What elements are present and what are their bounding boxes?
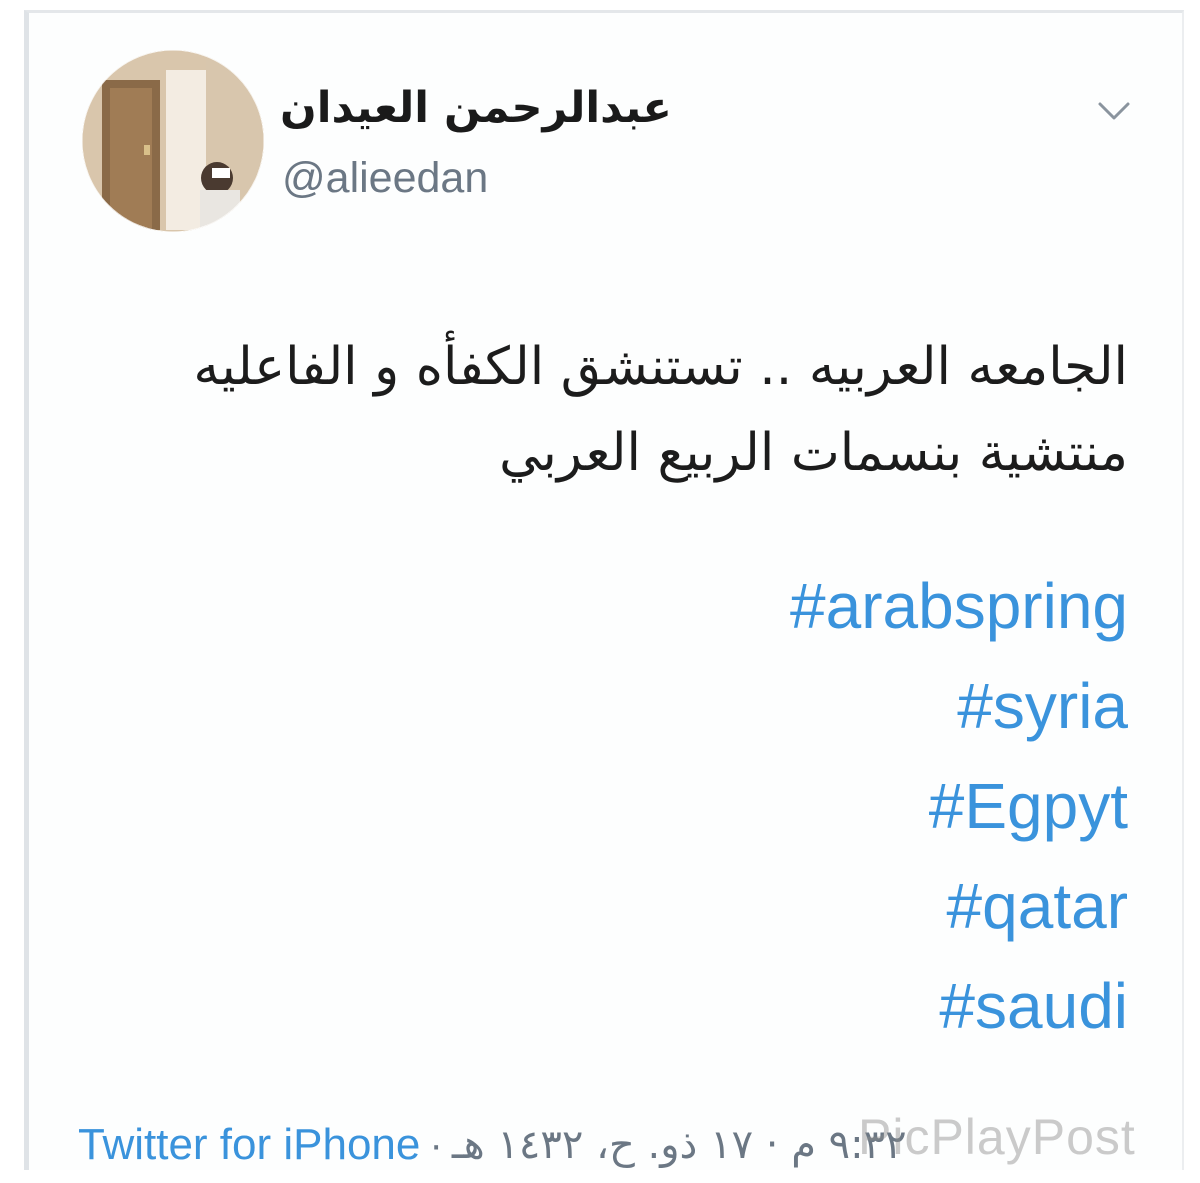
tweet-text-line: منتشية بنسمات الربيع العربي — [499, 423, 1128, 483]
hashtag-link-arabspring[interactable]: #arabspring — [628, 556, 1128, 656]
avatar[interactable] — [82, 50, 264, 232]
chevron-down-icon — [1098, 102, 1130, 120]
hashtag-list: #arabspring #syria #Egpyt #qatar #saudi — [628, 556, 1128, 1056]
hashtag-link-egpyt[interactable]: #Egpyt — [628, 756, 1128, 856]
tweet-menu-button[interactable] — [1094, 96, 1134, 126]
profile-photo-icon — [82, 50, 264, 232]
display-name[interactable]: عبدالرحمن العيدان — [280, 78, 710, 138]
user-handle[interactable]: @alieedan — [282, 148, 488, 208]
tweet-text-line: الجامعه العربيه .. تستنشق الكفأه و الفاع… — [193, 337, 1128, 397]
hashtag-link-syria[interactable]: #syria — [628, 656, 1128, 756]
hashtag-link-qatar[interactable]: #qatar — [628, 856, 1128, 956]
source-link[interactable]: Twitter for iPhone — [78, 1120, 420, 1169]
tweet-footer: Twitter for iPhone · ٩:٣٢ م · ١٧ ذو. ح، … — [78, 1120, 907, 1180]
hashtag-link-saudi[interactable]: #saudi — [628, 956, 1128, 1056]
tweet-timestamp[interactable]: ٩:٣٢ م · ١٧ ذو. ح، ١٤٣٢ هـ — [452, 1122, 907, 1168]
screenshot-page: عبدالرحمن العيدان @alieedan الجامعه العر… — [0, 0, 1200, 1183]
footer-separator: · — [429, 1122, 443, 1167]
tweet-text: الجامعه العربيه .. تستنشق الكفأه و الفاع… — [193, 324, 1128, 496]
